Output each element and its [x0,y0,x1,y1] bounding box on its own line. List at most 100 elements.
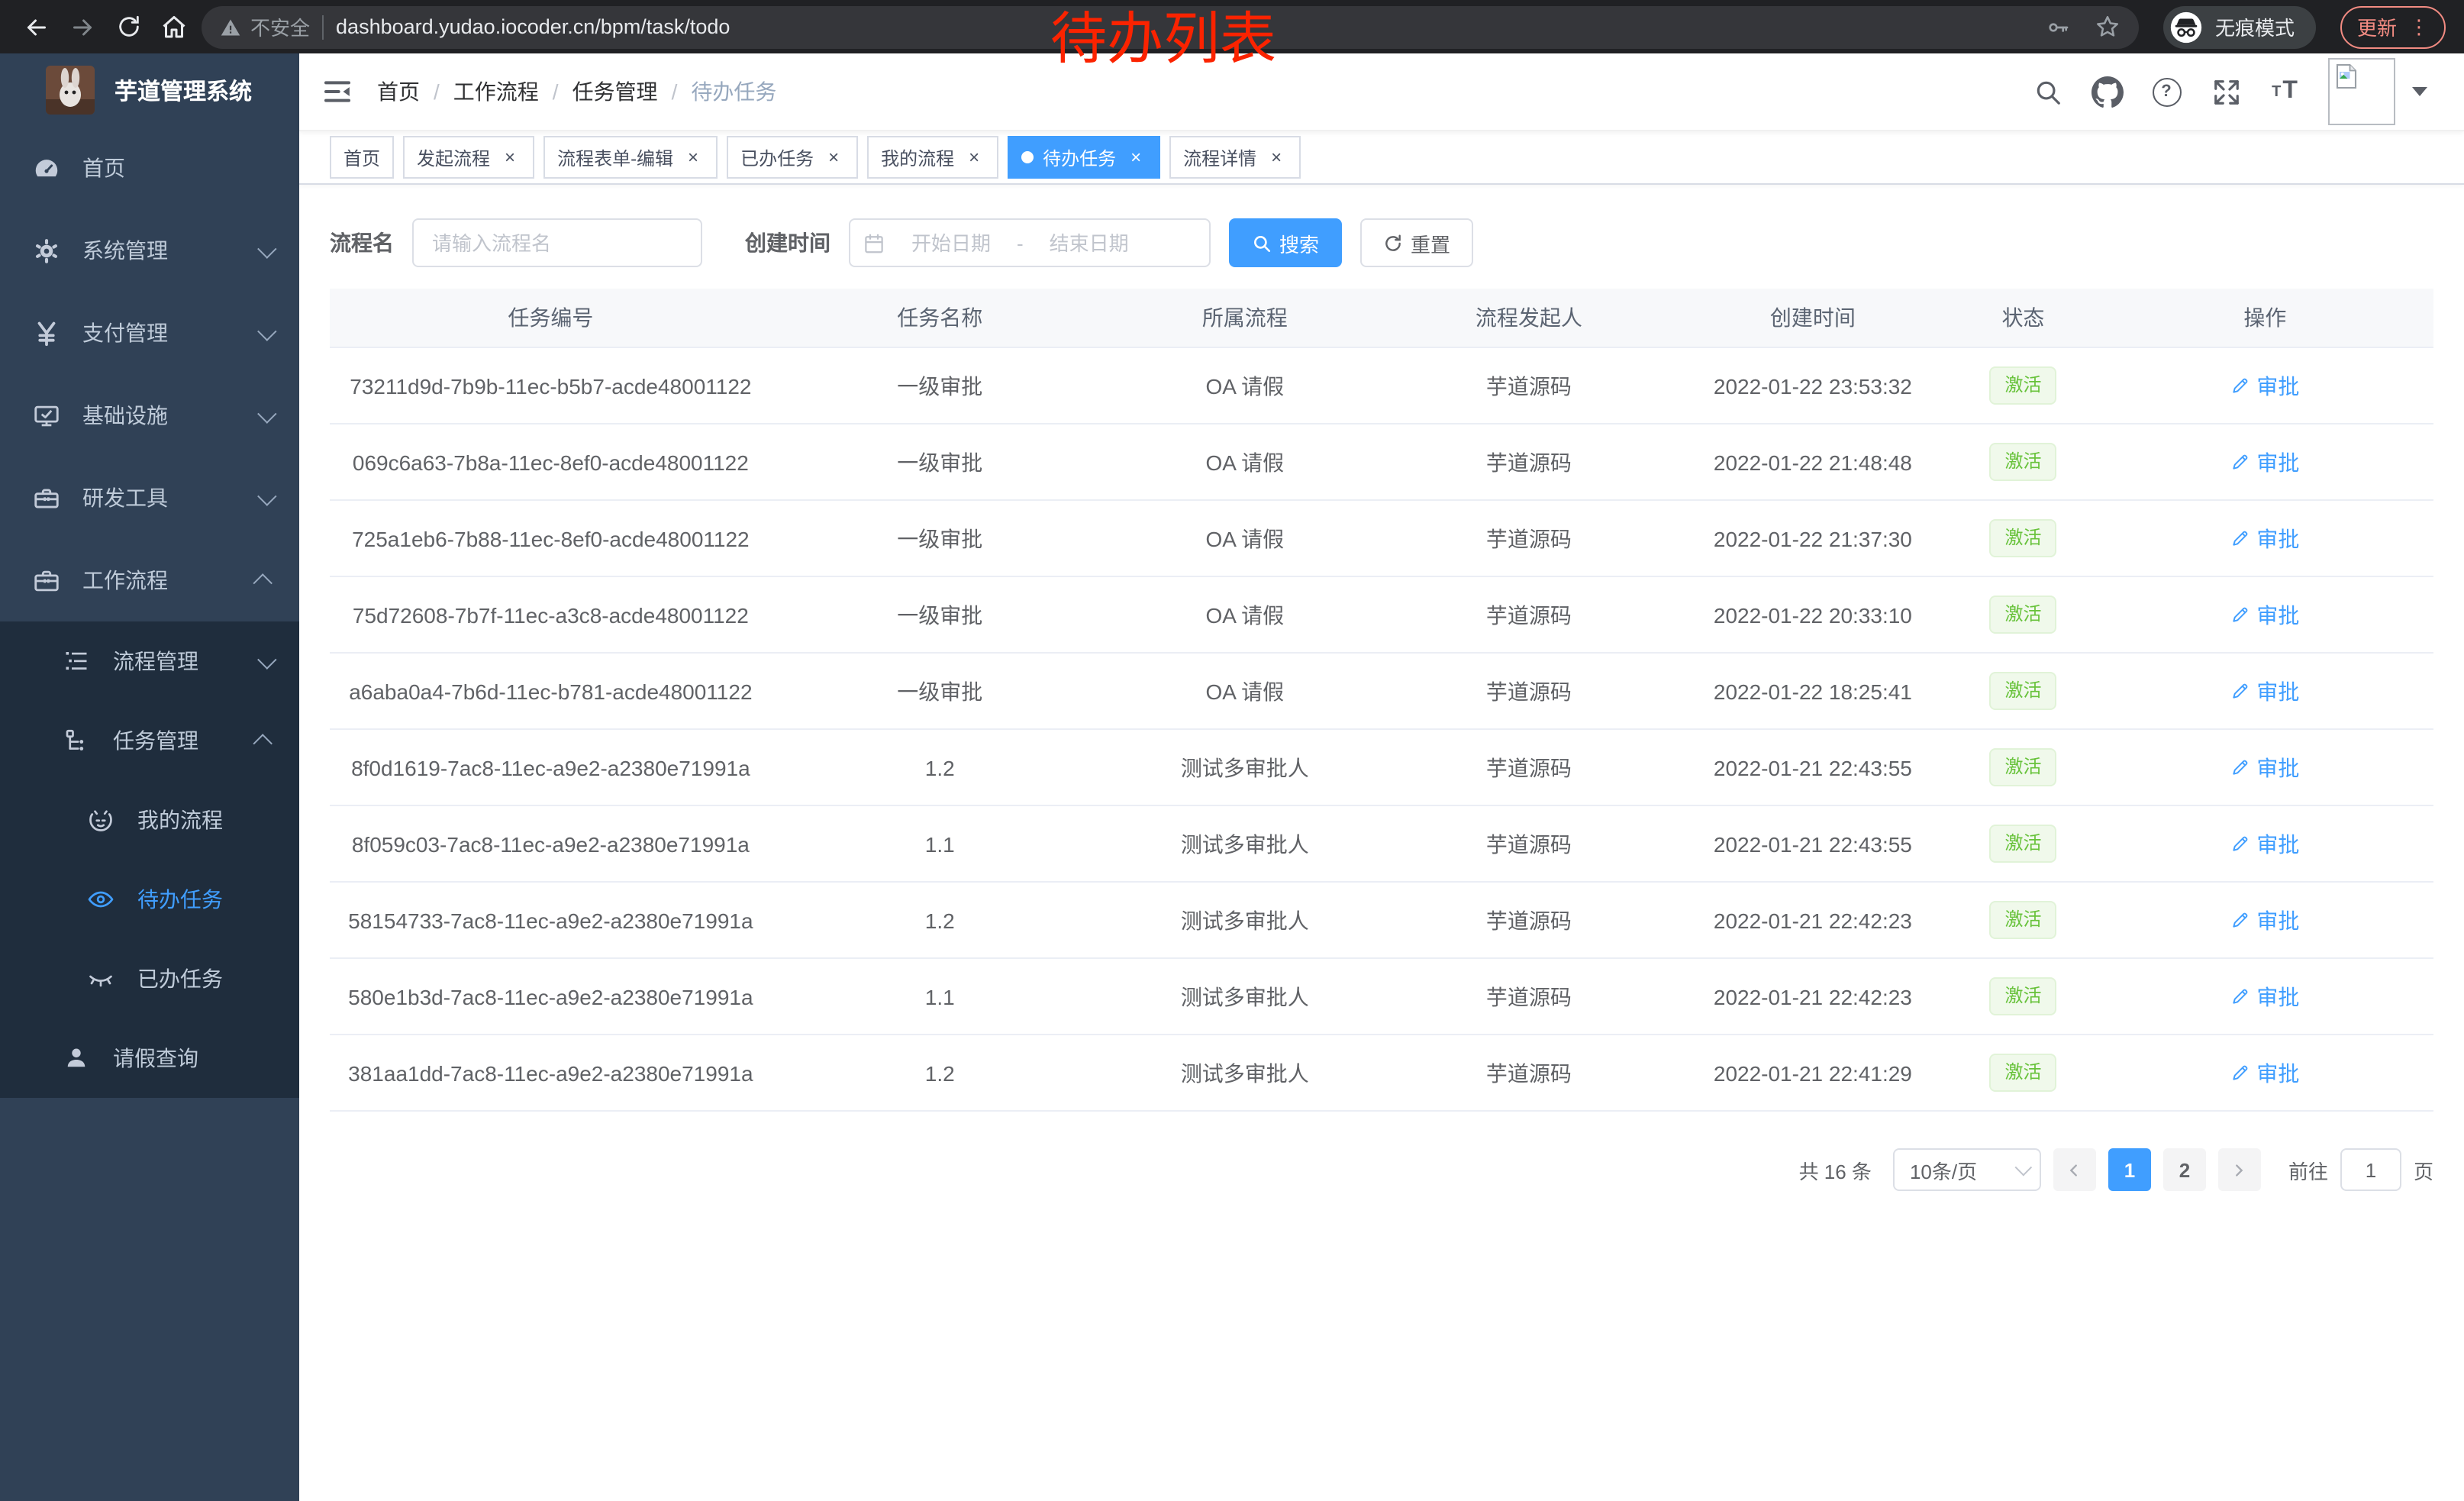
sidebar-item-task-management[interactable]: 任务管理 [0,701,299,780]
fullscreen-icon[interactable] [2209,75,2243,108]
tab-home[interactable]: 首页 [330,136,394,179]
approve-link[interactable]: 审批 [2230,1057,2299,1088]
sidebar-item-leave-query[interactable]: 请假查询 [0,1018,299,1098]
page-size-select[interactable]: 10条/页 [1893,1148,2041,1191]
table-row: 8f059c03-7ac8-11ec-a9e2-a2380e71991a 1.1… [330,805,2433,881]
monitor-icon [31,400,61,431]
tab-todo-tasks[interactable]: 待办任务 [1008,136,1160,179]
sidebar-item-payment[interactable]: 支付管理 [0,292,299,374]
search-icon[interactable] [2030,75,2064,108]
reset-button[interactable]: 重置 [1360,218,1473,267]
edit-pencil-icon [2230,1063,2250,1083]
sidebar-logo[interactable]: 芋道管理系统 [0,53,299,127]
end-date-input[interactable] [1030,230,1149,256]
sidebar-item-process-management[interactable]: 流程管理 [0,621,299,701]
font-size-icon[interactable]: TT [2269,75,2302,108]
task-id: 58154733-7ac8-11ec-a9e2-a2380e71991a [330,908,772,932]
sidebar-item-system[interactable]: 系统管理 [0,209,299,292]
edit-pencil-icon [2230,681,2250,701]
task-id: 8f059c03-7ac8-11ec-a9e2-a2380e71991a [330,831,772,856]
process-name-input[interactable] [412,218,702,267]
sidebar-item-workflow[interactable]: 工作流程 [0,539,299,621]
close-icon[interactable] [499,147,521,168]
avatar[interactable] [2328,58,2395,125]
divider [322,15,324,39]
tab-done-tasks[interactable]: 已办任务 [727,136,858,179]
approve-link[interactable]: 审批 [2230,752,2299,783]
back-icon[interactable] [18,8,55,45]
not-secure-indicator[interactable]: 不安全 [220,12,310,41]
col-starter: 流程发起人 [1382,302,1676,333]
breadcrumb-task-management[interactable]: 任务管理 [572,76,658,107]
table-header: 任务编号 任务名称 所属流程 流程发起人 创建时间 状态 操作 [330,289,2433,347]
approve-link[interactable]: 审批 [2230,447,2299,477]
page-button-1[interactable]: 1 [2108,1148,2151,1191]
task-id: 725a1eb6-7b88-11ec-8ef0-acde48001122 [330,526,772,550]
table-row: a6aba0a4-7b6d-11ec-b781-acde48001122 一级审… [330,652,2433,728]
face-icon [85,805,116,835]
tab-my-process[interactable]: 我的流程 [867,136,998,179]
breadcrumb-separator: / [553,79,559,104]
sidebar-toggle-icon[interactable] [322,76,353,107]
avatar-caret-icon[interactable] [2412,87,2427,96]
status-badge: 激活 [1989,902,2056,939]
top-navbar: 首页 / 工作流程 / 任务管理 / 待办任务 [299,53,2464,131]
approve-link[interactable]: 审批 [2230,981,2299,1012]
date-range-picker[interactable]: - [849,218,1211,267]
close-icon[interactable] [682,147,704,168]
task-name: 1.1 [772,831,1108,856]
sidebar-item-infrastructure[interactable]: 基础设施 [0,374,299,457]
dashboard-icon [31,153,61,183]
tab-process-detail[interactable]: 流程详情 [1169,136,1301,179]
tags-view: 首页 发起流程 流程表单-编辑 已办任务 我的流程 待办任务 流程详情 [299,131,2464,185]
approve-link[interactable]: 审批 [2230,676,2299,706]
task-starter: 芋道源码 [1382,447,1676,477]
approve-link[interactable]: 审批 [2230,370,2299,401]
help-icon[interactable] [2150,75,2183,108]
close-icon[interactable] [823,147,844,168]
table-row: 069c6a63-7b8a-11ec-8ef0-acde48001122 一级审… [330,423,2433,499]
next-page-button[interactable] [2218,1148,2261,1191]
tab-start-process[interactable]: 发起流程 [403,136,534,179]
sidebar-item-done-tasks[interactable]: 已办任务 [0,939,299,1018]
browser-update-button[interactable]: 更新 [2340,5,2446,48]
task-created: 2022-01-21 22:42:23 [1676,908,1950,932]
browser-menu-icon[interactable] [2409,15,2429,39]
key-icon[interactable] [2046,15,2070,39]
prev-page-button[interactable] [2053,1148,2096,1191]
forward-icon[interactable] [64,8,101,45]
task-actions: 审批 [2097,523,2433,554]
close-icon[interactable] [963,147,985,168]
approve-link[interactable]: 审批 [2230,828,2299,859]
close-icon[interactable] [1266,147,1287,168]
approve-link[interactable]: 审批 [2230,599,2299,630]
bookmark-star-icon[interactable] [2095,14,2121,40]
search-button[interactable]: 搜索 [1229,218,1342,267]
sidebar-item-my-process[interactable]: 我的流程 [0,780,299,860]
task-starter: 芋道源码 [1382,905,1676,935]
url-text[interactable]: dashboard.yudao.iocoder.cn/bpm/task/todo [336,15,2033,38]
edit-pencil-icon [2230,986,2250,1006]
breadcrumb-workflow[interactable]: 工作流程 [453,76,539,107]
eye-closed-icon [85,964,116,994]
status-badge: 激活 [1989,367,2056,405]
col-task-id: 任务编号 [330,302,772,333]
github-icon[interactable] [2090,75,2124,108]
close-icon[interactable] [1125,147,1147,168]
address-bar[interactable]: 不安全 dashboard.yudao.iocoder.cn/bpm/task/… [202,5,2139,48]
task-process: 测试多审批人 [1108,828,1382,859]
approve-link[interactable]: 审批 [2230,523,2299,554]
eye-icon [85,884,116,915]
reload-icon[interactable] [110,8,147,45]
approve-link[interactable]: 审批 [2230,905,2299,935]
task-process: OA 请假 [1108,676,1382,706]
sidebar-item-home[interactable]: 首页 [0,127,299,209]
home-icon[interactable] [156,8,192,45]
sidebar-item-devtools[interactable]: 研发工具 [0,457,299,539]
sidebar-item-todo-tasks[interactable]: 待办任务 [0,860,299,939]
breadcrumb-home[interactable]: 首页 [377,76,420,107]
tab-form-edit[interactable]: 流程表单-编辑 [543,136,718,179]
goto-page-input[interactable] [2340,1148,2401,1191]
start-date-input[interactable] [892,230,1011,256]
page-button-2[interactable]: 2 [2163,1148,2206,1191]
